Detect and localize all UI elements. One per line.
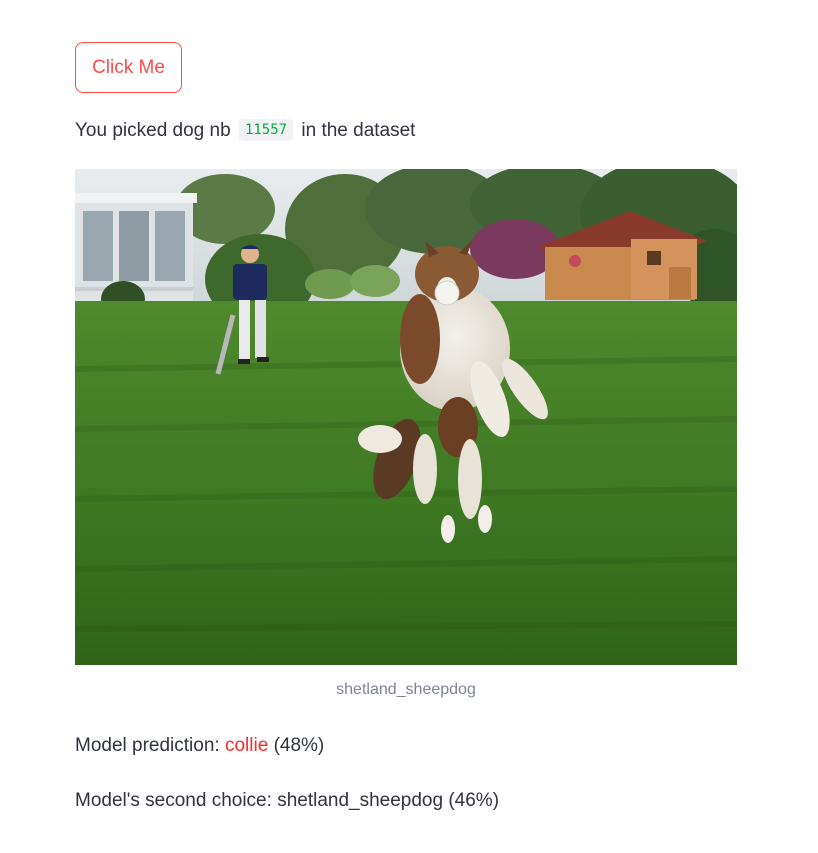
- prediction-value: collie: [224, 735, 269, 756]
- second-choice-label: Model's second choice:: [75, 790, 272, 811]
- shrub: [350, 265, 400, 297]
- click-me-button[interactable]: Click Me: [75, 42, 182, 93]
- dog-photo: [75, 169, 737, 665]
- prediction-label: Model prediction:: [75, 735, 220, 756]
- model-prediction-text: Model prediction: collie (48%): [75, 733, 324, 759]
- prediction-confidence: (48%): [273, 735, 325, 756]
- picked-dog-text: You picked dog nb 11557 in the dataset: [75, 118, 415, 144]
- second-choice-text: Model's second choice: shetland_sheepdog…: [75, 788, 499, 814]
- shrub: [305, 269, 355, 299]
- picked-prefix: You picked dog nb: [75, 120, 231, 141]
- second-choice-value: shetland_sheepdog: [277, 790, 444, 811]
- image-caption: shetland_sheepdog: [336, 681, 476, 698]
- picked-suffix: in the dataset: [301, 120, 416, 141]
- dog-index-code: 11557: [238, 119, 294, 141]
- second-choice-confidence: (46%): [448, 790, 500, 811]
